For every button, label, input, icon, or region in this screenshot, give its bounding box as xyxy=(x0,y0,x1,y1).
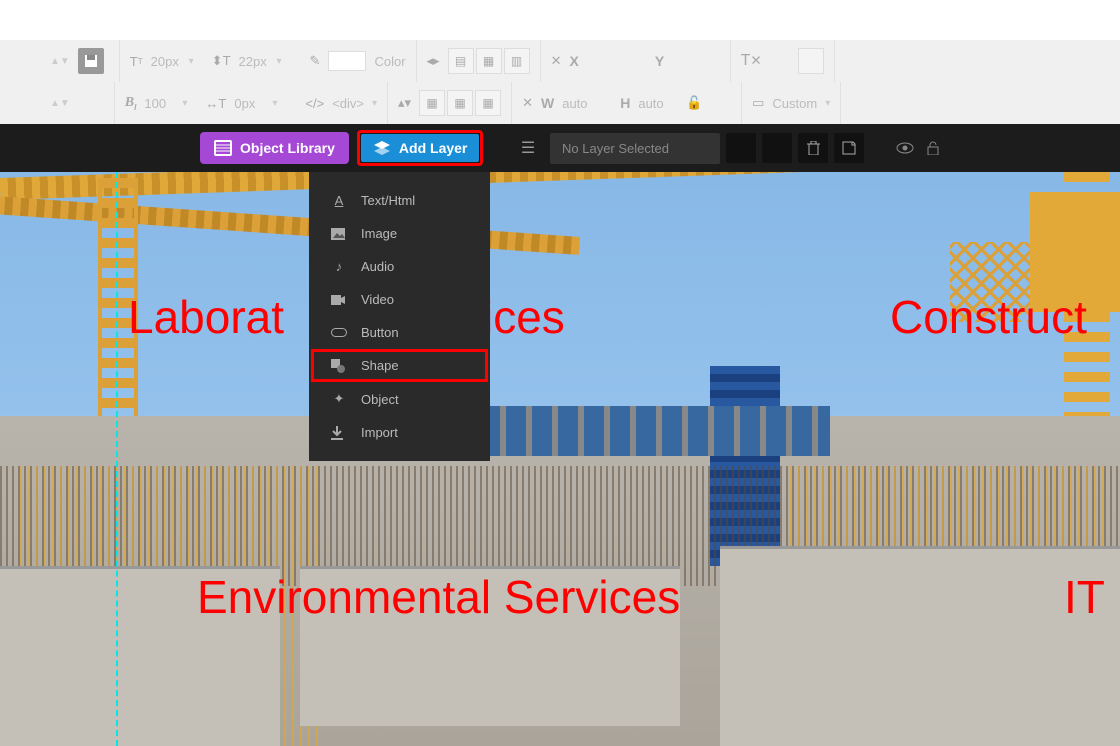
h-value[interactable]: auto xyxy=(638,96,668,111)
close-icon[interactable]: ✕ xyxy=(551,53,562,69)
dropdown-item-audio[interactable]: ♪ Audio xyxy=(309,250,490,283)
spacing-value[interactable]: 0px xyxy=(234,96,264,111)
dropdown-label: Image xyxy=(361,226,397,241)
dropdown-label: Object xyxy=(361,392,399,407)
valign-mid-button[interactable]: ▦ xyxy=(447,90,473,116)
add-layer-dropdown: A Text/Html Image ♪ Audio Video Button Sha… xyxy=(309,172,490,461)
color-label: Color xyxy=(374,54,405,69)
slide-text-construct[interactable]: Construct xyxy=(890,290,1087,344)
guide-line[interactable] xyxy=(116,172,118,746)
toolbar: ▲▼ TT 20px ▾ ⬍T 22px ▾ ✎ Color ◂▸ ▤ ▦ ▥ … xyxy=(0,40,1120,124)
line-height-value[interactable]: 22px xyxy=(239,54,269,69)
layer-selector[interactable]: No Layer Selected xyxy=(550,133,720,164)
dropdown-item-image[interactable]: Image xyxy=(309,217,490,250)
valign-top-button[interactable]: ▦ xyxy=(419,90,445,116)
lock-icon[interactable]: 🔓 xyxy=(686,95,702,111)
dropdown-item-text[interactable]: A Text/Html xyxy=(309,184,490,217)
canvas[interactable]: Laborat vices Construct Environmental Se… xyxy=(0,172,1120,746)
tool-button[interactable] xyxy=(798,48,824,74)
add-layer-label: Add Layer xyxy=(399,140,467,156)
clear-format-icon[interactable]: T✕ xyxy=(741,52,762,70)
dropdown-item-import[interactable]: Import xyxy=(309,416,490,449)
object-library-button[interactable]: Object Library xyxy=(200,132,349,164)
save-icon[interactable] xyxy=(78,48,104,74)
w-value[interactable]: auto xyxy=(562,96,592,111)
chevron-updown-icon[interactable]: ▲▼ xyxy=(50,98,70,109)
h-label: H xyxy=(620,95,630,111)
action-bar: Object Library Add Layer ☰ No Layer Sele… xyxy=(0,124,1120,172)
dropdown-label: Audio xyxy=(361,259,394,274)
shape-icon xyxy=(331,359,347,373)
dropdown-item-object[interactable]: ✦ Object xyxy=(309,382,490,416)
video-icon xyxy=(331,295,347,305)
slide-text-it[interactable]: IT xyxy=(1064,570,1105,624)
book-icon xyxy=(214,140,232,156)
w-label: W xyxy=(541,95,554,111)
hamburger-icon[interactable]: ☰ xyxy=(514,134,542,162)
arrows-v-icon: ▴▾ xyxy=(398,95,411,111)
dropdown-item-video[interactable]: Video xyxy=(309,283,490,316)
object-library-label: Object Library xyxy=(240,140,335,156)
close-icon[interactable]: ✕ xyxy=(522,95,533,111)
dropdown-icon[interactable]: ▾ xyxy=(182,98,187,109)
audio-icon: ♪ xyxy=(331,259,347,274)
weight-value[interactable]: 100 xyxy=(144,96,174,111)
valign-bot-button[interactable]: ▦ xyxy=(475,90,501,116)
letter-spacing-icon: ↔T xyxy=(205,96,226,111)
dropdown-icon[interactable]: ▾ xyxy=(825,98,830,109)
dropdown-icon[interactable]: ▾ xyxy=(277,56,282,67)
dropdown-label: Button xyxy=(361,325,399,340)
dropdown-icon[interactable]: ▾ xyxy=(372,98,377,109)
add-layer-highlight: Add Layer xyxy=(357,130,483,166)
import-icon xyxy=(331,426,347,440)
dropdown-icon[interactable]: ▾ xyxy=(189,56,194,67)
dropdown-item-button[interactable]: Button xyxy=(309,316,490,349)
eye-icon[interactable] xyxy=(896,142,914,154)
preset-value[interactable]: Custom xyxy=(772,96,817,111)
note-icon[interactable] xyxy=(834,133,864,163)
align-right-button[interactable]: ▥ xyxy=(504,48,530,74)
brush-icon: ✎ xyxy=(310,53,321,69)
font-size-value[interactable]: 20px xyxy=(151,54,181,69)
y-label: Y xyxy=(655,53,664,69)
object-icon: ✦ xyxy=(331,391,347,407)
tag-value[interactable]: <div> xyxy=(332,96,364,111)
dropdown-icon[interactable]: ▾ xyxy=(272,98,277,109)
unlock-icon[interactable] xyxy=(926,141,940,155)
chevron-updown-icon[interactable]: ▲▼ xyxy=(50,56,70,67)
tool-square-1[interactable] xyxy=(726,133,756,163)
arrows-h-icon: ◂▸ xyxy=(427,53,440,69)
x-label: X xyxy=(570,53,579,69)
align-center-button[interactable]: ▦ xyxy=(476,48,502,74)
align-left-button[interactable]: ▤ xyxy=(448,48,474,74)
dropdown-label: Import xyxy=(361,425,398,440)
trash-icon[interactable] xyxy=(798,133,828,163)
tool-square-2[interactable] xyxy=(762,133,792,163)
dropdown-item-shape[interactable]: Shape xyxy=(311,349,488,382)
slide-text-laborat[interactable]: Laborat xyxy=(128,290,284,344)
button-icon xyxy=(331,328,347,337)
add-layer-button[interactable]: Add Layer xyxy=(361,134,479,162)
dropdown-label: Text/Html xyxy=(361,193,415,208)
font-size-icon: TT xyxy=(130,54,143,69)
dropdown-label: Video xyxy=(361,292,394,307)
code-icon: </> xyxy=(305,96,324,111)
line-height-icon: ⬍T xyxy=(212,53,231,69)
slide-text-environmental[interactable]: Environmental Services xyxy=(197,570,680,624)
layers-icon xyxy=(373,140,391,156)
dropdown-label: Shape xyxy=(361,358,399,373)
color-swatch[interactable] xyxy=(328,51,366,71)
aspect-icon[interactable]: ▭ xyxy=(752,95,764,111)
image-icon xyxy=(331,228,347,240)
text-icon: A xyxy=(331,193,347,208)
bold-icon[interactable]: BI xyxy=(125,95,137,112)
